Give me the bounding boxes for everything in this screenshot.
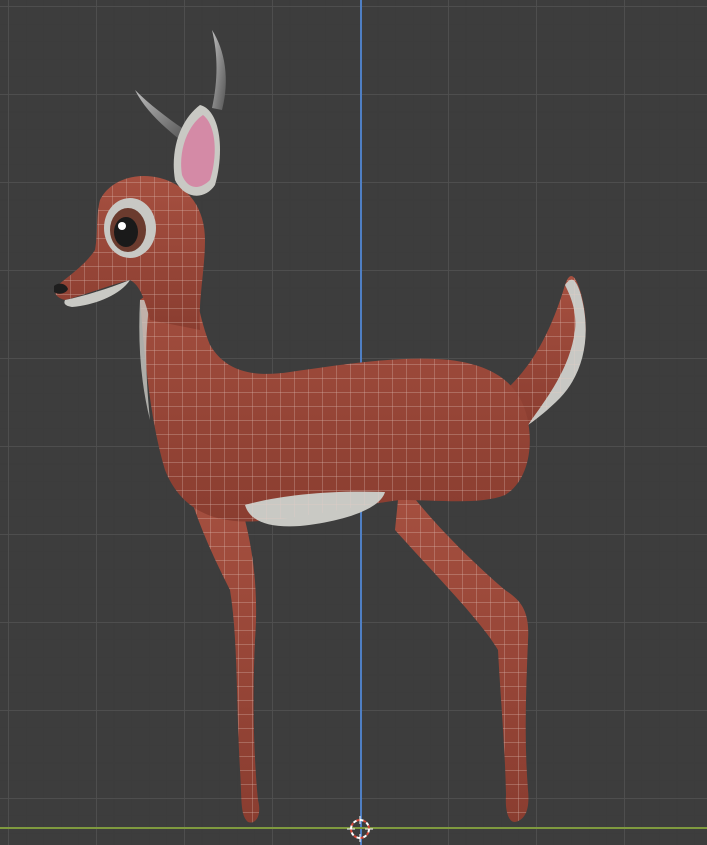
3d-cursor-icon[interactable] xyxy=(347,816,373,842)
deer-ear xyxy=(173,105,220,196)
deer-mesh-icon[interactable] xyxy=(0,0,707,845)
deer-head xyxy=(54,176,205,330)
deer-front-leg xyxy=(185,480,260,823)
deer-hind-leg xyxy=(395,480,529,822)
3d-viewport[interactable] xyxy=(0,0,707,845)
